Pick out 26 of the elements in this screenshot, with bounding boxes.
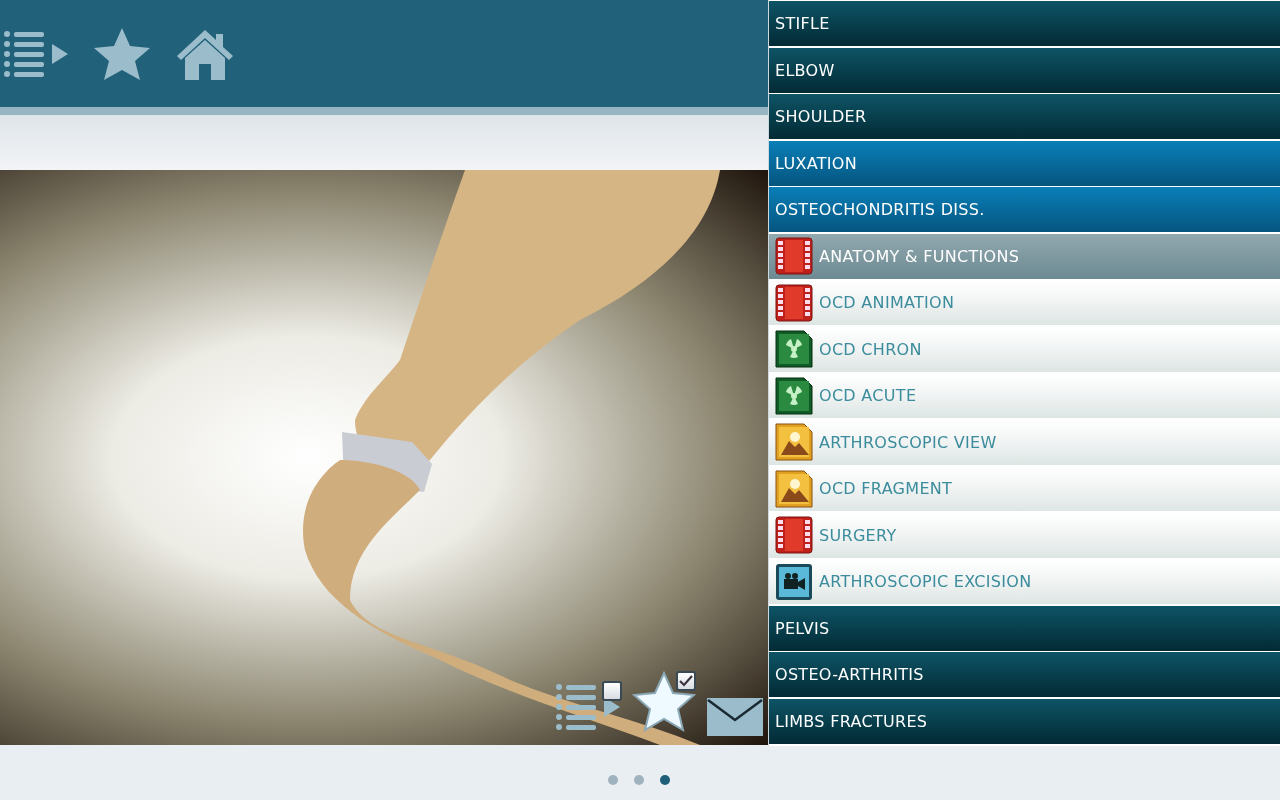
playlist-add-icon[interactable] — [554, 681, 622, 733]
film-icon — [775, 283, 813, 322]
page-indicator-dot[interactable] — [634, 775, 644, 785]
image-icon — [775, 469, 813, 508]
image-icon — [775, 423, 813, 461]
page-indicator-dot[interactable] — [660, 775, 670, 785]
checkbox[interactable] — [602, 681, 622, 701]
film-icon — [775, 516, 813, 554]
category-item[interactable]: ELBOW — [769, 47, 1280, 93]
category-item[interactable]: STIFLE — [769, 1, 1280, 46]
star-icon[interactable] — [632, 671, 696, 733]
category-item[interactable]: LUXATION — [769, 140, 1280, 186]
category-item[interactable]: SHOULDER — [769, 94, 1280, 139]
video-camera-icon — [775, 562, 813, 601]
media-item[interactable]: ANATOMY & FUNCTIONS — [769, 233, 1280, 279]
page-indicator-dot[interactable] — [608, 775, 618, 785]
video-frame[interactable] — [0, 170, 768, 745]
mail-icon[interactable] — [706, 697, 764, 737]
category-item[interactable]: OSTEO-ARTHRITIS — [769, 652, 1280, 697]
radiation-icon — [775, 376, 813, 415]
category-item[interactable]: LIMBS FRACTURES — [769, 698, 1280, 744]
radiation-icon — [775, 330, 813, 368]
film-icon — [775, 237, 813, 275]
category-item[interactable]: OSTEOCHONDRITIS DISS. — [769, 187, 1280, 232]
category-item[interactable]: PELVIS — [769, 605, 1280, 651]
checkbox[interactable] — [676, 671, 696, 691]
